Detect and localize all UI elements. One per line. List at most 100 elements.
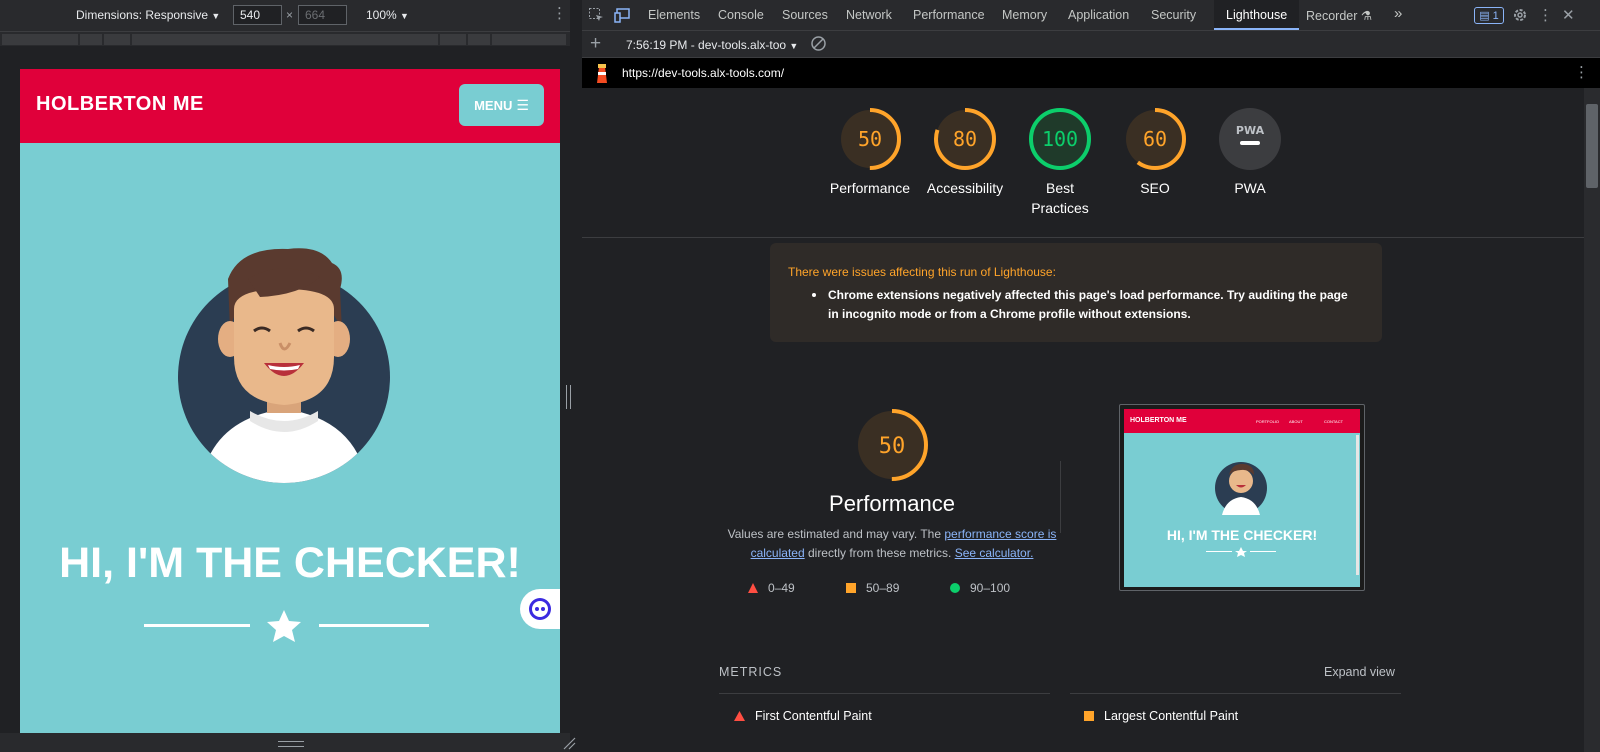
star-icon (267, 610, 301, 642)
tab-recorder-label: Recorder (1306, 9, 1358, 23)
report-url[interactable]: https://dev-tools.alx-tools.com/ (622, 66, 784, 80)
ruler-segment[interactable] (104, 34, 130, 45)
score-legend: 0–49 50–89 90–100 (748, 581, 1068, 597)
square-icon (1084, 711, 1094, 721)
avatar-illustration (178, 248, 390, 483)
tab-sources[interactable]: Sources (782, 8, 828, 22)
expand-view-button[interactable]: Expand view (1324, 665, 1395, 679)
close-icon[interactable]: ✕ (1562, 6, 1575, 24)
bullet (812, 293, 816, 297)
gauge-ring: 100 (1029, 108, 1091, 170)
thumb-divider (1206, 547, 1276, 557)
issues-badge[interactable]: ▤ 1 (1474, 7, 1504, 24)
legend-label: 90–100 (970, 581, 1011, 595)
tab-lighthouse[interactable]: Lighthouse (1214, 0, 1300, 30)
performance-title: Performance (829, 491, 955, 516)
gauge-ring: 60 (1124, 108, 1186, 170)
corner-resize-icon[interactable] (562, 736, 576, 750)
dimension-separator: × (286, 8, 294, 22)
gauge-accessibility[interactable]: 80 Accessibility (920, 106, 1010, 198)
gauge-label: Performance (829, 180, 911, 196)
gauge-label: Best Practices (1031, 180, 1089, 216)
metric-fcp: First Contentful Paint (734, 709, 872, 723)
gear-icon[interactable] (1512, 7, 1528, 23)
menu-button[interactable]: MENU ☰ (459, 84, 544, 126)
tab-performance[interactable]: Performance (913, 8, 985, 22)
gauge-label: SEO (1140, 180, 1170, 196)
more-tabs-icon[interactable]: » (1394, 5, 1402, 22)
ruler-segment[interactable] (132, 34, 438, 45)
device-toolbar: Dimensions: Responsive ▼ 540 × 664 100% … (0, 0, 570, 31)
vertical-resize-handle[interactable] (278, 741, 304, 747)
gauge-pwa[interactable]: PWA PWA (1205, 106, 1295, 198)
screenshot-image: HOLBERTON ME PORTFOLIO ABOUT CONTACT HI,… (1124, 409, 1360, 587)
gauge-best-practices[interactable]: 100 Best Practices (1015, 106, 1105, 218)
hero-title: HI, I'M THE CHECKER! (59, 539, 521, 587)
legend-item: 50–89 (846, 581, 899, 595)
width-input[interactable]: 540 (233, 5, 282, 25)
divider (582, 237, 1584, 238)
svg-text:80: 80 (953, 127, 977, 151)
thumb-nav: CONTACT (1324, 419, 1344, 424)
site-logo[interactable]: HOLBERTON ME (36, 93, 204, 116)
issues-count: 1 (1492, 9, 1499, 22)
chat-widget-button[interactable] (520, 589, 560, 629)
zoom-dropdown[interactable]: 100% ▼ (366, 8, 409, 22)
ruler-segment[interactable] (80, 34, 102, 45)
ruler-segment[interactable] (440, 34, 466, 45)
tab-security[interactable]: Security (1151, 8, 1196, 22)
svg-text:60: 60 (1143, 127, 1167, 151)
triangle-icon (748, 583, 758, 593)
devtools-tabbar: Elements Console Sources Network Perform… (582, 0, 1600, 31)
zoom-label: 100% (366, 8, 397, 22)
svg-text:PWA: PWA (1236, 124, 1265, 137)
tab-recorder[interactable]: Recorder ⚗ (1306, 8, 1372, 23)
legend-item: 90–100 (950, 581, 1010, 595)
gauge-performance[interactable]: 50 Performance (825, 106, 915, 198)
warning-item: Chrome extensions negatively affected th… (828, 288, 1348, 321)
divider (1060, 461, 1061, 533)
tab-memory[interactable]: Memory (1002, 8, 1047, 22)
more-options-icon[interactable]: ⋮ (1538, 6, 1553, 24)
tab-application[interactable]: Application (1068, 8, 1129, 22)
media-query-ruler[interactable] (0, 31, 570, 46)
divider (719, 693, 1050, 694)
ruler-segment[interactable] (2, 34, 78, 45)
ruler-segment[interactable] (492, 34, 566, 45)
lighthouse-report: 50 Performance 80 Accessibility 100 Best… (582, 88, 1584, 752)
gauge-seo[interactable]: 60 SEO (1110, 106, 1200, 198)
scrollbar-thumb[interactable] (1586, 104, 1598, 188)
tab-elements[interactable]: Elements (648, 8, 700, 22)
metrics-heading: METRICS (719, 665, 783, 679)
device-emulation-pane: Dimensions: Responsive ▼ 540 × 664 100% … (0, 0, 576, 752)
horizontal-resize-handle[interactable] (566, 385, 571, 409)
tab-network[interactable]: Network (846, 8, 892, 22)
metric-label: Largest Contentful Paint (1104, 709, 1239, 723)
final-screenshot[interactable]: HOLBERTON ME PORTFOLIO ABOUT CONTACT HI,… (1119, 404, 1365, 591)
caret-down-icon: ▼ (400, 11, 409, 21)
performance-gauge: 50 (852, 405, 932, 490)
gauge-ring: 80 (934, 108, 996, 170)
inspect-element-icon[interactable] (588, 7, 604, 23)
more-options-icon[interactable]: ⋮ (552, 6, 567, 22)
new-report-icon[interactable]: + (590, 33, 601, 55)
dimensions-dropdown[interactable]: Dimensions: Responsive ▼ (76, 8, 220, 22)
see-calculator-link[interactable]: See calculator. (955, 546, 1034, 560)
gauge-ring: 50 (839, 108, 901, 170)
desc-text: directly from these metrics. (804, 546, 955, 560)
gauge-label: PWA (1234, 180, 1266, 196)
tab-console[interactable]: Console (718, 8, 764, 22)
legend-item: 0–49 (748, 581, 795, 595)
report-selector[interactable]: 7:56:19 PM - dev-tools.alx-too ▼ (626, 38, 798, 52)
ruler-segment[interactable] (468, 34, 490, 45)
device-toggle-icon[interactable] (614, 7, 632, 23)
svg-text:100: 100 (1042, 127, 1078, 151)
more-options-icon[interactable]: ⋮ (1574, 63, 1589, 81)
devtools-panel: Elements Console Sources Network Perform… (582, 0, 1600, 752)
clear-icon[interactable] (810, 35, 827, 52)
metric-lcp: Largest Contentful Paint (1084, 709, 1238, 723)
height-input[interactable]: 664 (298, 5, 347, 25)
divider (1070, 693, 1401, 694)
star-divider (144, 610, 429, 642)
flask-icon: ⚗ (1360, 9, 1373, 23)
